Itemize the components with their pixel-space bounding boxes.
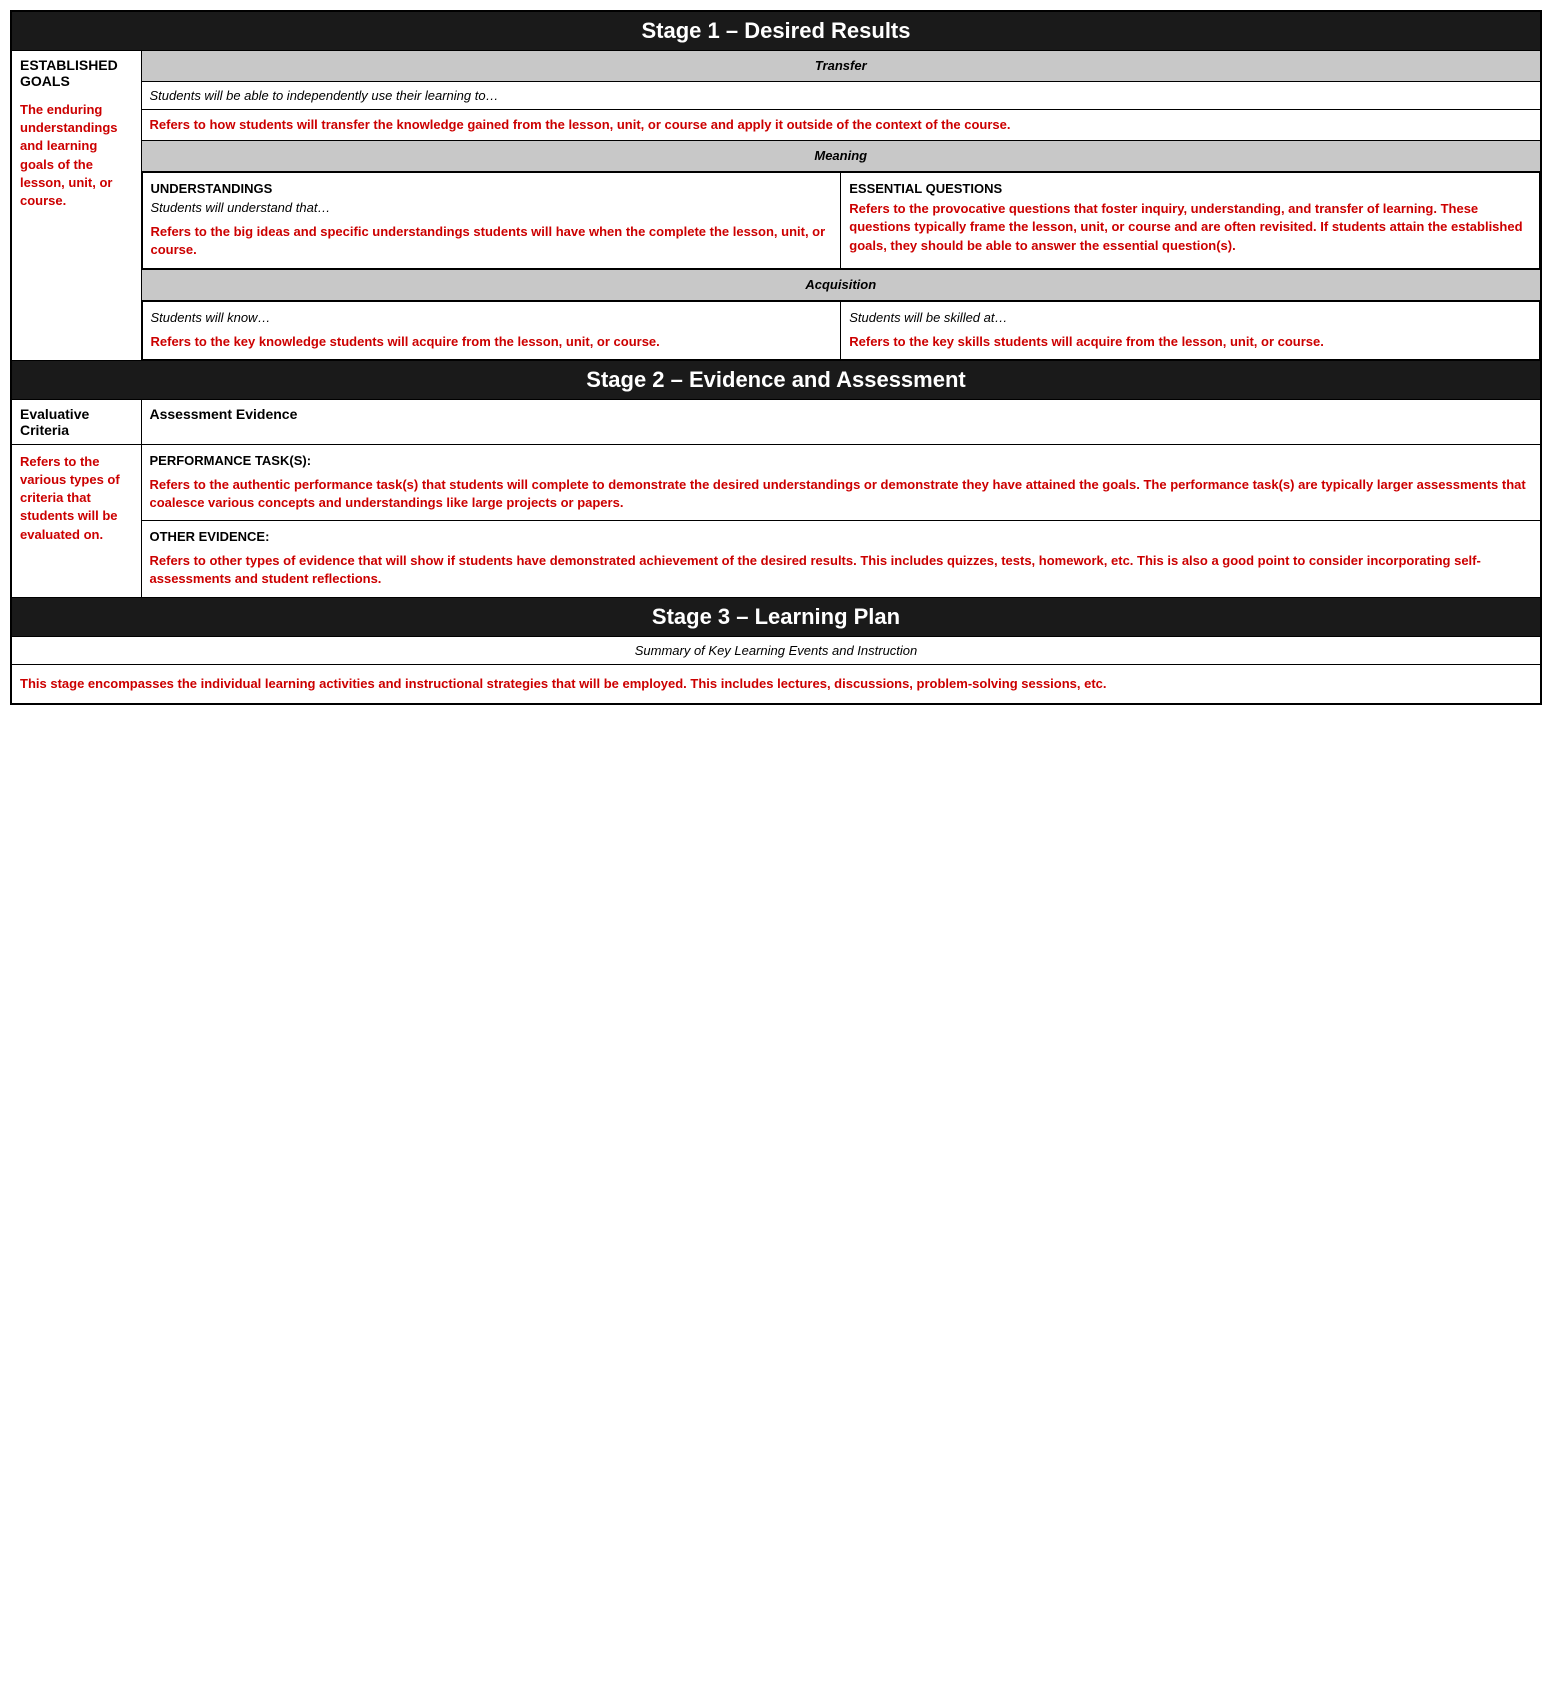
meaning-label: Meaning	[814, 148, 867, 163]
assessment-evidence-cell: PERFORMANCE TASK(S): Refers to the authe…	[141, 444, 1541, 597]
stage1-header-text: Stage 1 – Desired Results	[641, 18, 910, 43]
other-evidence-section: OTHER EVIDENCE: Refers to other types of…	[142, 521, 1541, 596]
transfer-italic-row: Students will be able to independently u…	[141, 82, 1541, 110]
assessment-evidence-label: Assessment Evidence	[150, 406, 298, 422]
essential-questions-label: ESSENTIAL QUESTIONS	[849, 181, 1531, 196]
acquisition-header: Acquisition	[141, 269, 1541, 300]
meaning-inner-table: UNDERSTANDINGS Students will understand …	[142, 172, 1541, 268]
other-evidence-red: Refers to other types of evidence that w…	[150, 552, 1533, 588]
main-table: Stage 1 – Desired Results ESTABLISHED GO…	[10, 10, 1542, 705]
know-cell: Students will know… Refers to the key kn…	[142, 301, 841, 359]
stage2-header-text: Stage 2 – Evidence and Assessment	[586, 367, 965, 392]
transfer-header: Transfer	[141, 51, 1541, 82]
other-evidence-label: OTHER EVIDENCE:	[150, 529, 1533, 544]
transfer-italic: Students will be able to independently u…	[150, 88, 1533, 103]
know-red: Refers to the key knowledge students wil…	[151, 333, 833, 351]
meaning-header: Meaning	[141, 141, 1541, 172]
skilled-cell: Students will be skilled at… Refers to t…	[841, 301, 1540, 359]
stage1-header: Stage 1 – Desired Results	[11, 11, 1541, 51]
assessment-evidence-header: Assessment Evidence	[141, 399, 1541, 444]
stage3-summary-italic: Summary of Key Learning Events and Instr…	[20, 643, 1532, 658]
stage2-header: Stage 2 – Evidence and Assessment	[11, 360, 1541, 399]
evaluative-criteria-header: Evaluative Criteria	[11, 399, 141, 444]
transfer-red-row: Refers to how students will transfer the…	[141, 110, 1541, 141]
performance-task-section: PERFORMANCE TASK(S): Refers to the authe…	[142, 445, 1541, 521]
transfer-label: Transfer	[815, 58, 867, 73]
essential-questions-cell: ESSENTIAL QUESTIONS Refers to the provoc…	[841, 173, 1540, 268]
understandings-label: UNDERSTANDINGS	[151, 181, 833, 196]
evaluative-criteria-cell: Refers to the various types of criteria …	[11, 444, 141, 597]
skilled-red: Refers to the key skills students will a…	[849, 333, 1531, 351]
performance-task-red: Refers to the authentic performance task…	[150, 476, 1533, 512]
understandings-italic: Students will understand that…	[151, 200, 833, 215]
stage3-summary-red: This stage encompasses the individual le…	[20, 675, 1532, 693]
evaluative-red: Refers to the various types of criteria …	[20, 453, 133, 544]
performance-task-label: PERFORMANCE TASK(S):	[150, 453, 1533, 468]
stage3-summary-italic-row: Summary of Key Learning Events and Instr…	[11, 636, 1541, 664]
stage3-header: Stage 3 – Learning Plan	[11, 597, 1541, 636]
evaluative-criteria-label: Evaluative Criteria	[20, 406, 89, 438]
acquisition-label: Acquisition	[805, 277, 876, 292]
acquisition-inner-table: Students will know… Refers to the key kn…	[142, 301, 1541, 360]
stage3-header-text: Stage 3 – Learning Plan	[652, 604, 900, 629]
essential-questions-red: Refers to the provocative questions that…	[849, 200, 1531, 255]
meaning-content-row: UNDERSTANDINGS Students will understand …	[141, 172, 1541, 269]
established-goals-red: The enduring understandings and learning…	[20, 101, 133, 210]
established-goals-cell: ESTABLISHED GOALS The enduring understan…	[11, 51, 141, 361]
transfer-red: Refers to how students will transfer the…	[150, 116, 1533, 134]
stage3-summary-red-row: This stage encompasses the individual le…	[11, 664, 1541, 704]
know-italic: Students will know…	[151, 310, 833, 325]
understandings-cell: UNDERSTANDINGS Students will understand …	[142, 173, 841, 268]
skilled-italic: Students will be skilled at…	[849, 310, 1531, 325]
established-goals-label: ESTABLISHED GOALS	[20, 57, 133, 89]
understandings-red: Refers to the big ideas and specific und…	[151, 223, 833, 259]
acquisition-content-row: Students will know… Refers to the key kn…	[141, 300, 1541, 360]
